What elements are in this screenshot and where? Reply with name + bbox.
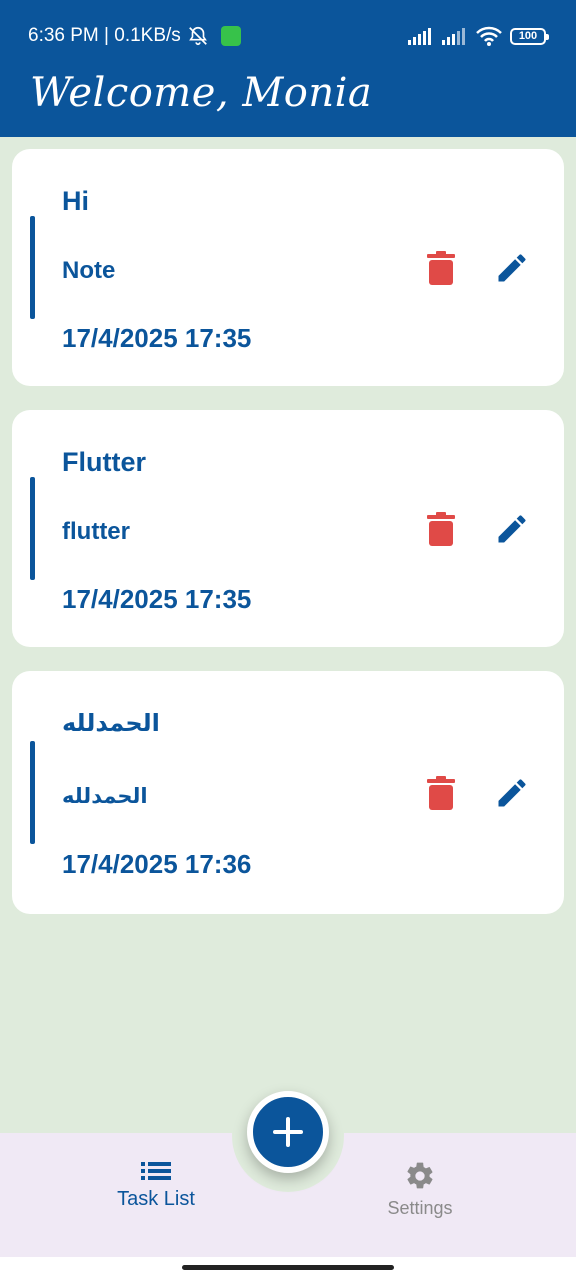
trash-icon [427, 776, 455, 810]
gear-icon [407, 1162, 433, 1189]
add-task-button[interactable] [247, 1091, 329, 1173]
edit-button[interactable] [490, 771, 534, 815]
home-indicator[interactable] [182, 1265, 394, 1270]
nav-settings[interactable]: Settings [340, 1160, 500, 1219]
task-note: flutter [62, 518, 130, 545]
app-notification-icon [220, 26, 241, 46]
list-icon [141, 1162, 171, 1180]
task-note: الحمدلله [62, 785, 148, 808]
status-bar-right: 100 [408, 24, 549, 48]
task-title: Hi [62, 186, 89, 216]
pencil-icon [498, 779, 526, 807]
task-card: الحمدلله الحمدلله 17/4/2025 17:36 [12, 671, 564, 914]
task-date: 17/4/2025 17:36 [62, 849, 252, 879]
task-date: 17/4/2025 17:35 [62, 584, 252, 614]
task-card: Flutter flutter 17/4/2025 17:35 [12, 410, 564, 647]
trash-icon [427, 512, 455, 546]
card-accent-bar [30, 477, 35, 580]
signal-icon-2 [442, 28, 465, 45]
pencil-icon [498, 254, 526, 282]
task-title: الحمدلله [62, 710, 160, 737]
status-time: 6:36 PM | 0.1KB/s [28, 25, 181, 46]
welcome-title: Welcome, Monia [30, 70, 373, 116]
card-accent-bar [30, 216, 35, 319]
signal-icon [408, 28, 431, 45]
mute-bell-icon [188, 26, 207, 46]
task-date: 17/4/2025 17:35 [62, 323, 252, 353]
plus-icon [273, 1117, 303, 1147]
nav-settings-label: Settings [387, 1198, 453, 1218]
wifi-icon [476, 26, 502, 46]
task-title: Flutter [62, 447, 146, 477]
status-bar-left: 6:36 PM | 0.1KB/s [28, 24, 241, 48]
delete-button[interactable] [419, 507, 463, 551]
delete-button[interactable] [419, 246, 463, 290]
card-accent-bar [30, 741, 35, 844]
trash-icon [427, 251, 455, 285]
pencil-icon [498, 515, 526, 543]
task-card: Hi Note 17/4/2025 17:35 [12, 149, 564, 386]
edit-button[interactable] [490, 246, 534, 290]
nav-task-list-label: Task List [117, 1188, 195, 1210]
nav-task-list[interactable]: Task List [76, 1160, 236, 1211]
battery-icon: 100 [510, 27, 549, 45]
app-bar: 6:36 PM | 0.1KB/s 100 Welcome, Monia [0, 0, 576, 137]
edit-button[interactable] [490, 507, 534, 551]
task-note: Note [62, 257, 116, 284]
battery-level: 100 [518, 30, 538, 42]
delete-button[interactable] [419, 771, 463, 815]
